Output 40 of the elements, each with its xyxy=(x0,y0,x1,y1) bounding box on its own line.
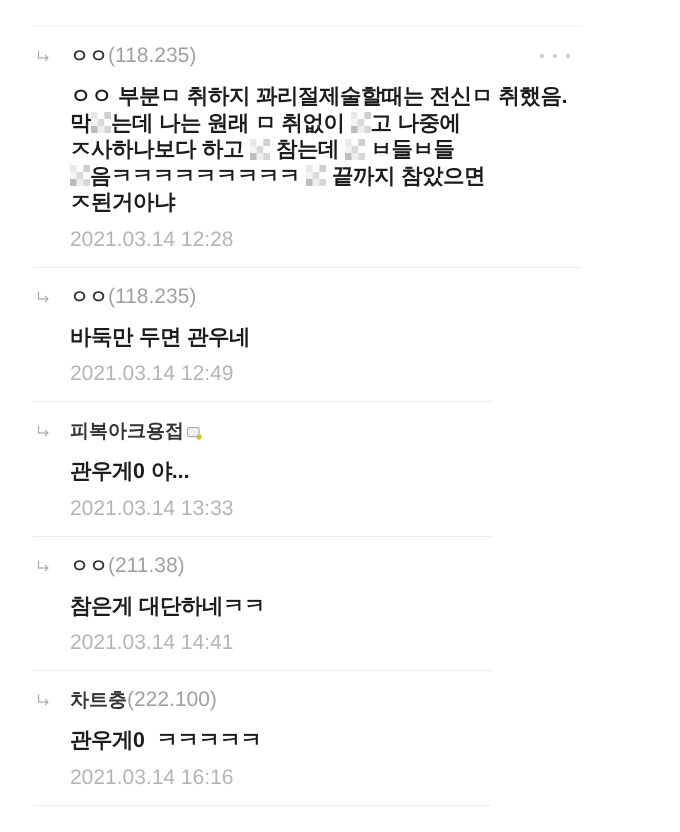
pixelated-censor-icon xyxy=(70,165,90,186)
comment-date: 2021.03.14 16:16 xyxy=(70,766,234,788)
author-name: 피복아크용접 xyxy=(70,420,184,444)
reply-arrow-icon xyxy=(37,694,49,706)
comment-text: 끝까지 참았으면 xyxy=(330,162,485,189)
author-ip: (222.100) xyxy=(127,688,217,712)
author-ip: (118.235) xyxy=(108,44,196,68)
comment-text: ㅈ사하나보다 하고 xyxy=(70,136,245,162)
author-name: ㅇㅇ xyxy=(70,45,108,69)
author-name: ㅇㅇ xyxy=(70,554,108,578)
comment-text: 음ㅋㅋㅋㅋㅋㅋㅋㅋㅋ xyxy=(90,162,301,189)
comment-text: ㅂ들ㅂ들 xyxy=(370,136,455,162)
comment-text: ㅇㅇ 부분ㅁ 취하지 꽈리절제술할때는 전신ㅁ 취했음. xyxy=(70,83,568,110)
pixelated-censor-icon xyxy=(250,138,270,160)
author-ip: (211.38) xyxy=(108,554,185,578)
reply-arrow-icon xyxy=(37,290,49,302)
author-name: 차트충 xyxy=(70,689,127,713)
comment-text: 바둑만 두면 관우네 xyxy=(70,324,250,350)
pixelated-censor-icon xyxy=(91,112,111,134)
pixelated-censor-icon xyxy=(350,112,371,134)
pixelated-censor-icon xyxy=(344,138,365,160)
author-name: ㅇㅇ xyxy=(70,286,108,310)
reply-arrow-icon xyxy=(37,560,49,572)
comment-text: 참은게 대단하네ㅋㅋ xyxy=(70,592,265,619)
reply-arrow-icon xyxy=(37,50,49,62)
comment-text: 참는데 xyxy=(274,136,340,162)
comment-date: 2021.03.14 12:28 xyxy=(70,228,234,250)
comment-text: 막 xyxy=(70,110,91,136)
comment-date: 2021.03.14 12:49 xyxy=(70,363,234,385)
comment-text: 관우게0 ㅋㅋㅋㅋㅋ xyxy=(70,727,262,754)
more-icon[interactable] xyxy=(540,53,570,59)
comment-text: 관우게0 야... xyxy=(70,458,190,484)
comment-text: 는데 나는 원래 ㅁ 취없이 xyxy=(111,110,346,136)
reply-arrow-icon xyxy=(37,425,49,437)
comment-text: 고 나중에 xyxy=(370,110,461,136)
comment-date: 2021.03.14 13:33 xyxy=(70,498,234,520)
comment-date: 2021.03.14 14:41 xyxy=(70,632,234,654)
comment-text: ㅈ된거아냐 xyxy=(70,189,175,216)
author-ip: (118.235) xyxy=(108,284,196,308)
pixelated-censor-icon xyxy=(306,165,326,186)
